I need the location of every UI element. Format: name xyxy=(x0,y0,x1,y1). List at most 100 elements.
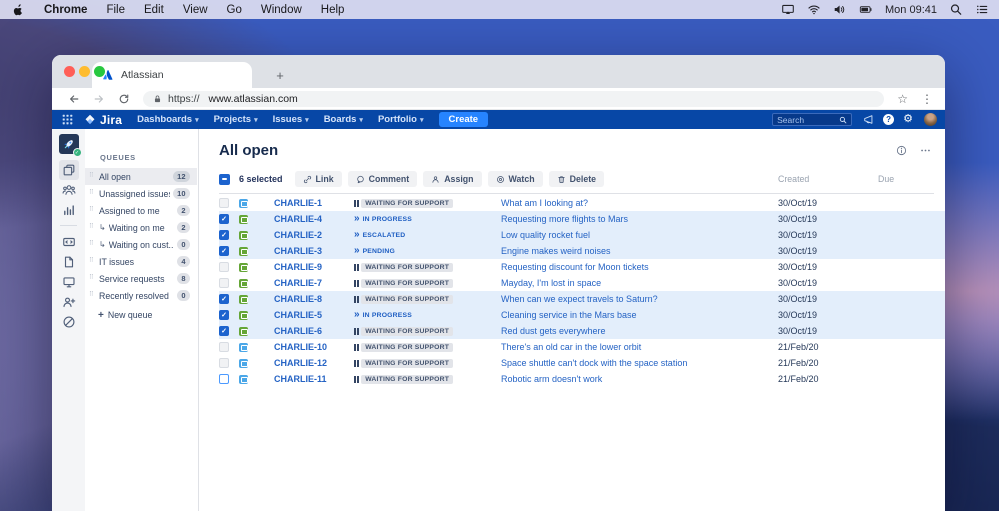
issue-summary[interactable]: What am I looking at? xyxy=(501,198,778,208)
issue-summary[interactable]: Robotic arm doesn't work xyxy=(501,374,778,384)
nav-menu-projects[interactable]: Projects▾ xyxy=(214,114,258,125)
rail-item-reports[interactable] xyxy=(59,200,79,220)
issue-row-charlie-12[interactable]: CHARLIE-12WAITING FOR SUPPORTSpace shutt… xyxy=(219,355,945,371)
link-button[interactable]: Link xyxy=(295,171,342,187)
queue-item-unassigned-issues[interactable]: ⠿Unassigned issues10 xyxy=(85,185,197,202)
jira-logo[interactable]: Jira xyxy=(84,113,122,127)
bookmark-star-icon[interactable]: ☆ xyxy=(897,93,908,105)
reload-icon[interactable] xyxy=(118,93,130,105)
wifi-icon[interactable] xyxy=(807,3,821,16)
browser-tab[interactable]: Atlassian xyxy=(92,62,252,88)
user-avatar[interactable] xyxy=(924,113,937,126)
issue-key[interactable]: CHARLIE-9 xyxy=(274,262,354,272)
issue-row-charlie-6[interactable]: ✓CHARLIE-6WAITING FOR SUPPORTRed dust ge… xyxy=(219,323,945,339)
issue-summary[interactable]: Requesting more flights to Mars xyxy=(501,214,778,224)
megaphone-icon[interactable] xyxy=(863,114,874,125)
issue-key[interactable]: CHARLIE-5 xyxy=(274,310,354,320)
menu-edit[interactable]: Edit xyxy=(144,4,164,16)
project-avatar-rocket[interactable]: ✓ xyxy=(59,134,79,154)
issue-row-charlie-8[interactable]: ✓CHARLIE-8WAITING FOR SUPPORTWhen can we… xyxy=(219,291,945,307)
close-window-button[interactable] xyxy=(64,66,75,77)
list-icon[interactable] xyxy=(975,3,989,16)
menu-chrome[interactable]: Chrome xyxy=(44,4,87,16)
queue-item-recently-resolved[interactable]: ⠿Recently resolved0 xyxy=(85,287,197,304)
issue-row-charlie-1[interactable]: CHARLIE-1WAITING FOR SUPPORTWhat am I lo… xyxy=(219,195,945,211)
issue-row-charlie-11[interactable]: CHARLIE-11WAITING FOR SUPPORTRobotic arm… xyxy=(219,371,945,387)
issue-row-charlie-3[interactable]: ✓CHARLIE-3»PENDINGEngine makes weird noi… xyxy=(219,243,945,259)
issue-row-charlie-9[interactable]: CHARLIE-9WAITING FOR SUPPORTRequesting d… xyxy=(219,259,945,275)
issue-key[interactable]: CHARLIE-2 xyxy=(274,230,354,240)
apple-icon[interactable] xyxy=(12,3,25,16)
queue-item-assigned-to-me[interactable]: ⠿Assigned to me2 xyxy=(85,202,197,219)
minimize-window-button[interactable] xyxy=(79,66,90,77)
queue-item-waiting-on-cust-[interactable]: ⠿↳Waiting on cust...0 xyxy=(85,236,197,253)
row-checkbox[interactable] xyxy=(219,262,229,272)
comment-button[interactable]: Comment xyxy=(348,171,418,187)
issue-row-charlie-10[interactable]: CHARLIE-10WAITING FOR SUPPORTThere's an … xyxy=(219,339,945,355)
issue-key[interactable]: CHARLIE-11 xyxy=(274,374,354,384)
issue-summary[interactable]: Mayday, I'm lost in space xyxy=(501,278,778,288)
issue-key[interactable]: CHARLIE-12 xyxy=(274,358,354,368)
info-icon[interactable] xyxy=(896,145,907,156)
issue-summary[interactable]: Requesting discount for Moon tickets xyxy=(501,262,778,272)
issue-summary[interactable]: Engine makes weird noises xyxy=(501,246,778,256)
new-tab-button[interactable]: + xyxy=(272,68,288,83)
nav-menu-issues[interactable]: Issues▾ xyxy=(273,114,309,125)
search-icon[interactable] xyxy=(949,3,963,16)
row-checkbox[interactable] xyxy=(219,358,229,368)
search-input[interactable]: Search xyxy=(772,113,852,126)
row-checkbox[interactable] xyxy=(219,198,229,208)
issue-summary[interactable]: There's an old car in the lower orbit xyxy=(501,342,778,352)
rail-item-invite[interactable] xyxy=(59,292,79,312)
nav-menu-dashboards[interactable]: Dashboards▾ xyxy=(137,114,198,125)
row-checkbox[interactable] xyxy=(219,278,229,288)
menu-window[interactable]: Window xyxy=(261,4,302,16)
browser-menu-icon[interactable]: ⋮ xyxy=(921,93,933,105)
issue-row-charlie-7[interactable]: CHARLIE-7WAITING FOR SUPPORTMayday, I'm … xyxy=(219,275,945,291)
back-icon[interactable] xyxy=(68,93,80,105)
column-header-created[interactable]: Created xyxy=(778,174,878,184)
issue-summary[interactable]: When can we expect travels to Saturn? xyxy=(501,294,778,304)
issue-summary[interactable]: Cleaning service in the Mars base xyxy=(501,310,778,320)
issue-key[interactable]: CHARLIE-10 xyxy=(274,342,354,352)
row-checkbox[interactable] xyxy=(219,374,229,384)
issue-summary[interactable]: Space shuttle can't dock with the space … xyxy=(501,358,778,368)
queue-item-service-requests[interactable]: ⠿Service requests8 xyxy=(85,270,197,287)
issue-row-charlie-2[interactable]: ✓CHARLIE-2»ESCALATEDLow quality rocket f… xyxy=(219,227,945,243)
row-checkbox[interactable]: ✓ xyxy=(219,294,229,304)
battery-icon[interactable] xyxy=(859,3,873,16)
watch-button[interactable]: Watch xyxy=(488,171,543,187)
issue-key[interactable]: CHARLIE-1 xyxy=(274,198,354,208)
forward-icon[interactable] xyxy=(93,93,105,105)
queue-item-all-open[interactable]: ⠿All open12 xyxy=(85,168,197,185)
row-checkbox[interactable]: ✓ xyxy=(219,230,229,240)
rail-item-disc[interactable] xyxy=(59,312,79,332)
create-button[interactable]: Create xyxy=(439,112,489,127)
issue-key[interactable]: CHARLIE-4 xyxy=(274,214,354,224)
menu-help[interactable]: Help xyxy=(321,4,345,16)
rail-item-customers[interactable] xyxy=(59,180,79,200)
gear-icon[interactable]: ⚙ xyxy=(903,114,913,125)
queue-item-waiting-on-me[interactable]: ⠿↳Waiting on me2 xyxy=(85,219,197,236)
row-checkbox[interactable]: ✓ xyxy=(219,310,229,320)
row-checkbox[interactable]: ✓ xyxy=(219,246,229,256)
issue-key[interactable]: CHARLIE-8 xyxy=(274,294,354,304)
assign-button[interactable]: Assign xyxy=(423,171,481,187)
menu-view[interactable]: View xyxy=(183,4,208,16)
volume-icon[interactable] xyxy=(833,3,847,16)
help-icon[interactable]: ? xyxy=(883,114,894,125)
issue-row-charlie-5[interactable]: ✓CHARLIE-5»IN PROGRESSCleaning service i… xyxy=(219,307,945,323)
row-checkbox[interactable]: ✓ xyxy=(219,214,229,224)
row-checkbox[interactable] xyxy=(219,342,229,352)
issue-key[interactable]: CHARLIE-3 xyxy=(274,246,354,256)
rail-item-monitor[interactable] xyxy=(59,272,79,292)
display-mirroring-icon[interactable] xyxy=(781,3,795,16)
nav-menu-boards[interactable]: Boards▾ xyxy=(324,114,363,125)
rail-item-queues[interactable] xyxy=(59,160,79,180)
issue-key[interactable]: CHARLIE-7 xyxy=(274,278,354,288)
row-checkbox[interactable]: ✓ xyxy=(219,326,229,336)
issue-row-charlie-4[interactable]: ✓CHARLIE-4»IN PROGRESSRequesting more fl… xyxy=(219,211,945,227)
queue-item-it-issues[interactable]: ⠿IT issues4 xyxy=(85,253,197,270)
new-queue-button[interactable]: + New queue xyxy=(85,306,198,324)
delete-button[interactable]: Delete xyxy=(549,171,604,187)
